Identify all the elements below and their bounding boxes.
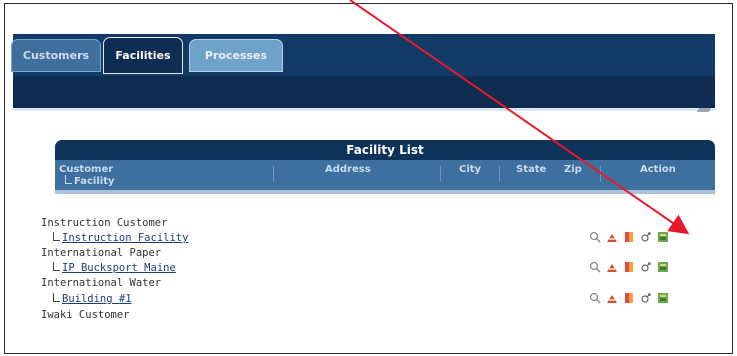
column-action: Action bbox=[640, 164, 676, 175]
facility-link[interactable]: Building #1 bbox=[53, 293, 132, 305]
process-icon[interactable] bbox=[606, 231, 618, 243]
column-customer-label: Customer bbox=[59, 164, 114, 175]
tab-customers[interactable]: Customers bbox=[11, 39, 101, 72]
tab-processes[interactable]: Processes bbox=[189, 39, 283, 72]
facility-link[interactable]: Instruction Facility bbox=[53, 232, 188, 244]
header-bottom-strip bbox=[55, 190, 715, 194]
column-separator bbox=[499, 166, 500, 182]
customer-name: Instruction Customer bbox=[41, 217, 168, 229]
customer-name: Iwaki Customer bbox=[41, 309, 130, 321]
column-facility-label: Facility bbox=[59, 175, 115, 187]
column-city[interactable]: City bbox=[459, 164, 481, 175]
facility-list-title: Facility List bbox=[55, 140, 715, 160]
column-state[interactable]: State bbox=[516, 164, 546, 175]
column-separator bbox=[600, 166, 601, 182]
document-icon[interactable] bbox=[623, 231, 635, 243]
gender-icon[interactable] bbox=[640, 231, 652, 243]
screenshot-frame: Customers Facilities Processes Facility … bbox=[4, 3, 733, 354]
column-address[interactable]: Address bbox=[325, 164, 371, 175]
report-icon[interactable] bbox=[657, 261, 669, 273]
row-actions bbox=[589, 261, 669, 273]
row-actions bbox=[589, 292, 669, 304]
column-separator bbox=[273, 166, 274, 182]
corner-decoration bbox=[696, 108, 712, 112]
sub-nav-divider bbox=[13, 108, 715, 111]
facility-list-header: Facility List Customer Facility Address … bbox=[55, 140, 715, 194]
column-header-row: Customer Facility Address City State Zip… bbox=[55, 160, 715, 190]
column-zip[interactable]: Zip bbox=[564, 164, 582, 175]
gender-icon[interactable] bbox=[640, 261, 652, 273]
document-icon[interactable] bbox=[623, 292, 635, 304]
column-separator bbox=[440, 166, 441, 182]
row-actions bbox=[589, 231, 669, 243]
report-icon[interactable] bbox=[657, 231, 669, 243]
search-icon[interactable] bbox=[589, 261, 601, 273]
process-icon[interactable] bbox=[606, 261, 618, 273]
report-icon[interactable] bbox=[657, 292, 669, 304]
search-icon[interactable] bbox=[589, 231, 601, 243]
search-icon[interactable] bbox=[589, 292, 601, 304]
customer-name: International Paper bbox=[41, 247, 162, 259]
process-icon[interactable] bbox=[606, 292, 618, 304]
document-icon[interactable] bbox=[623, 261, 635, 273]
column-customer[interactable]: Customer Facility bbox=[59, 164, 115, 187]
gender-icon[interactable] bbox=[640, 292, 652, 304]
facility-link[interactable]: IP Bucksport Maine bbox=[53, 262, 176, 274]
sub-nav-bar bbox=[13, 76, 715, 108]
tab-facilities[interactable]: Facilities bbox=[103, 37, 183, 74]
customer-name: International Water bbox=[41, 277, 162, 289]
